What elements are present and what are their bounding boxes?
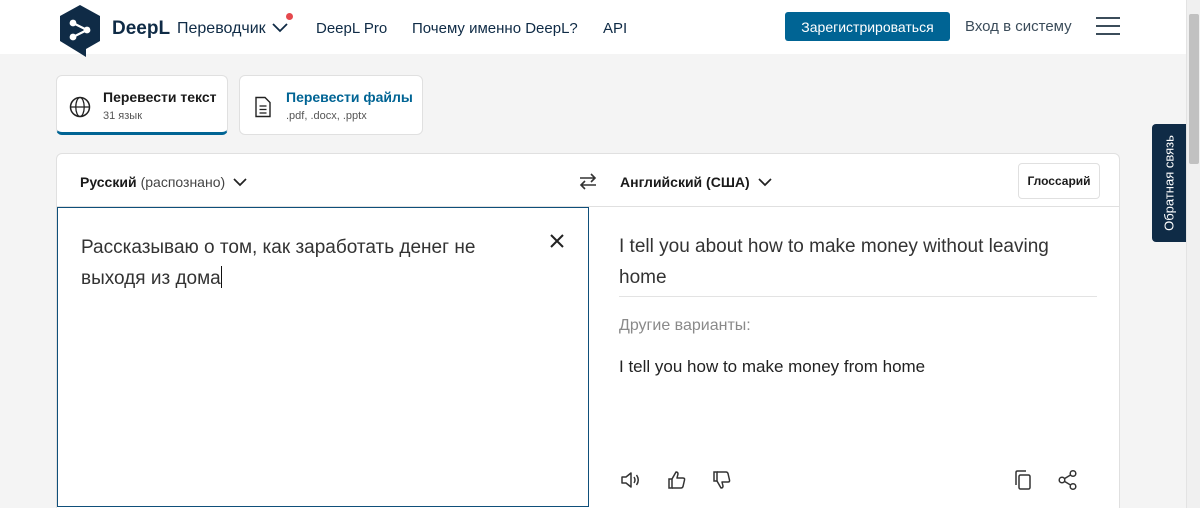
language-bar: Русский (распознано) Английский (США) Гл… — [57, 154, 1119, 207]
feedback-tab[interactable]: Обратная связь — [1152, 124, 1186, 242]
scrollbar-thumb[interactable] — [1189, 14, 1199, 164]
tab-translate-text[interactable]: Перевести текст 31 язык — [56, 75, 228, 135]
document-icon — [255, 96, 271, 118]
thumbs-up-icon[interactable] — [666, 469, 688, 491]
glossary-button[interactable]: Глоссарий — [1018, 163, 1100, 199]
alternatives-label: Другие варианты: — [619, 317, 751, 334]
source-text-area[interactable]: Рассказываю о том, как заработать денег … — [57, 207, 589, 507]
detected-label: (распознано) — [140, 174, 226, 190]
thumbs-down-icon[interactable] — [711, 469, 733, 491]
chevron-down-icon — [758, 177, 772, 186]
tab-files-subtitle: .pdf, .docx, .pptx — [286, 110, 367, 122]
product-menu[interactable]: Переводчик — [177, 20, 288, 38]
tab-text-subtitle: 31 язык — [103, 110, 143, 122]
divider — [619, 296, 1097, 297]
chevron-down-icon — [233, 177, 247, 186]
page-scrollbar[interactable] — [1186, 0, 1200, 508]
tab-translate-files[interactable]: Перевести файлы .pdf, .docx, .pptx — [239, 75, 423, 135]
source-language-label: Русский — [80, 174, 137, 190]
close-icon[interactable] — [548, 232, 566, 250]
share-icon[interactable] — [1057, 469, 1079, 491]
globe-icon — [69, 96, 91, 118]
notification-dot — [286, 13, 293, 20]
chevron-down-icon — [272, 23, 288, 33]
feedback-label: Обратная связь — [1161, 135, 1177, 231]
brand-name[interactable]: DeepL — [112, 18, 170, 40]
text-caret — [220, 266, 222, 288]
translated-text[interactable]: I tell you about how to make money witho… — [619, 231, 1099, 293]
target-language-label: Английский (США) — [620, 174, 750, 190]
nav-deepl-pro[interactable]: DeepL Pro — [316, 20, 387, 37]
tab-files-title: Перевести файлы — [286, 89, 413, 105]
alternative-translation[interactable]: I tell you how to make money from home — [619, 357, 925, 377]
nav-api[interactable]: API — [603, 20, 627, 37]
top-header: DeepL Переводчик DeepL Pro Почему именно… — [0, 0, 1186, 57]
tab-text-title: Перевести текст — [103, 89, 217, 105]
speaker-icon[interactable] — [619, 469, 641, 491]
hamburger-menu-icon[interactable] — [1096, 17, 1120, 37]
source-language-selector[interactable]: Русский (распознано) — [80, 174, 247, 190]
target-text-area: I tell you about how to make money witho… — [590, 207, 1119, 507]
register-button[interactable]: Зарегистрироваться — [785, 12, 950, 41]
copy-icon[interactable] — [1012, 469, 1034, 491]
source-text[interactable]: Рассказываю о том, как заработать денег … — [81, 232, 521, 294]
translator-panel: Русский (распознано) Английский (США) Гл… — [56, 153, 1120, 508]
deepl-logo-icon[interactable] — [56, 3, 104, 59]
nav-why-deepl[interactable]: Почему именно DeepL? — [412, 20, 578, 37]
login-link[interactable]: Вход в систему — [965, 18, 1072, 35]
product-label: Переводчик — [177, 20, 266, 37]
target-language-selector[interactable]: Английский (США) — [620, 174, 772, 190]
swap-icon[interactable] — [577, 170, 599, 192]
